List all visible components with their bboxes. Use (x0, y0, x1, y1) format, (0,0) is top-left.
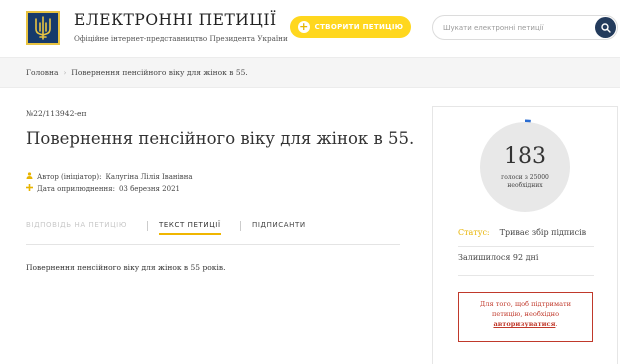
days-remaining: Залишилося 92 дні (458, 253, 539, 262)
search-icon (600, 22, 611, 33)
auth-text-2: петицію, необхідно (491, 310, 560, 318)
tab-divider (240, 221, 241, 231)
vote-count: 183 (504, 144, 546, 169)
site-header: ЕЛЕКТРОННІ ПЕТИЦІЇ Офіційне інтернет-пре… (0, 0, 620, 58)
author-name: Калугіна Лілія Іванівна (105, 172, 193, 181)
site-subtitle: Офіційне інтернет-представництво Президе… (74, 34, 288, 43)
vote-counter: 183 голоси з 25000 необхідних (480, 122, 570, 212)
search-button[interactable] (595, 17, 616, 38)
tab-answer[interactable]: ВІДПОВІДЬ НА ПЕТИЦІЮ (26, 221, 127, 229)
tab-text[interactable]: ТЕКСТ ПЕТИЦІЇ (159, 221, 221, 235)
auth-suffix: . (555, 320, 558, 328)
coat-of-arms-logo[interactable] (26, 11, 60, 45)
status-row: Статус: Триває збір підписів (458, 228, 586, 237)
sidebar-divider (458, 246, 594, 247)
publish-date: 03 березня 2021 (118, 184, 180, 193)
petition-text: Повернення пенсійного віку для жінок в 5… (26, 263, 226, 272)
vote-goal-line1: голоси з 25000 (501, 174, 549, 181)
tab-signers[interactable]: ПІДПИСАНТИ (252, 221, 306, 229)
date-row: Дата оприлюднення: 03 березня 2021 (26, 184, 180, 193)
breadcrumb-current: Повернення пенсійного віку для жінок в 5… (71, 68, 248, 77)
page-title: Повернення пенсійного віку для жінок в 5… (26, 129, 415, 148)
breadcrumb-bar: Головна › Повернення пенсійного віку для… (0, 58, 620, 88)
trident-icon (35, 16, 51, 40)
auth-notice: Для того, щоб підтримати петицію, необхі… (458, 292, 593, 342)
status-value: Триває збір підписів (499, 228, 587, 237)
user-icon (26, 172, 33, 181)
create-petition-button[interactable]: + СТВОРИТИ ПЕТИЦІЮ (290, 16, 411, 38)
site-title[interactable]: ЕЛЕКТРОННІ ПЕТИЦІЇ (74, 11, 277, 29)
breadcrumb-home[interactable]: Головна (26, 68, 58, 77)
author-row: Автор (ініціатор): Калугіна Лілія Іванів… (26, 172, 193, 181)
vote-goal-line2: необхідних (507, 182, 543, 189)
sidebar-divider (458, 275, 594, 276)
date-label: Дата оприлюднення: (37, 184, 115, 193)
search-box (432, 15, 618, 40)
auth-text-1: Для того, щоб підтримати (479, 300, 572, 308)
author-label: Автор (ініціатор): (37, 172, 102, 181)
plus-icon: + (297, 20, 310, 33)
login-link[interactable]: авторизуватися (493, 320, 555, 328)
petition-tabs: ВІДПОВІДЬ НА ПЕТИЦІЮ ТЕКСТ ПЕТИЦІЇ ПІДПИ… (26, 218, 400, 245)
plus-icon (26, 184, 33, 193)
search-input[interactable] (443, 20, 593, 35)
chevron-right-icon: › (63, 68, 67, 77)
petition-sidebar: 183 голоси з 25000 необхідних Статус: Три… (432, 106, 618, 364)
breadcrumb: Головна › Повернення пенсійного віку для… (26, 68, 248, 77)
petition-id: №22/113942-еп (26, 109, 87, 118)
status-label: Статус: (458, 228, 490, 237)
tab-divider (147, 221, 148, 231)
create-petition-label: СТВОРИТИ ПЕТИЦІЮ (314, 23, 404, 31)
vote-goal: голоси з 25000 необхідних (480, 174, 570, 190)
